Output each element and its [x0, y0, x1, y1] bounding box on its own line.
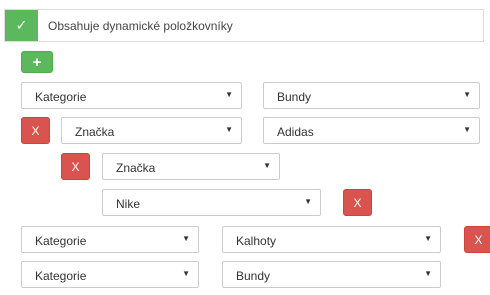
- value-select-value: Bundy: [277, 90, 312, 104]
- chevron-down-icon: ▼: [463, 125, 471, 134]
- chevron-down-icon: ▼: [424, 269, 432, 278]
- field-select[interactable]: Kategorie ▼: [21, 82, 242, 109]
- chevron-down-icon: ▼: [182, 269, 190, 278]
- value-select[interactable]: Nike ▼: [102, 189, 321, 216]
- field-select-value: Kategorie: [35, 269, 87, 283]
- value-select-value: Kalhoty: [236, 234, 277, 248]
- chevron-down-icon: ▼: [463, 90, 471, 99]
- add-condition-button[interactable]: +: [21, 51, 53, 73]
- field-select[interactable]: Značka ▼: [61, 117, 242, 144]
- chevron-down-icon: ▼: [182, 234, 190, 243]
- chevron-down-icon: ▼: [225, 90, 233, 99]
- remove-condition-button[interactable]: X: [21, 117, 50, 144]
- checkmark-icon[interactable]: ✓: [5, 10, 38, 41]
- remove-condition-button[interactable]: X: [464, 226, 490, 253]
- value-select-value: Bundy: [236, 269, 271, 283]
- value-select[interactable]: Adidas ▼: [263, 117, 480, 144]
- chevron-down-icon: ▼: [304, 197, 312, 206]
- field-select-value: Kategorie: [35, 90, 87, 104]
- chevron-down-icon: ▼: [225, 125, 233, 134]
- chevron-down-icon: ▼: [263, 161, 271, 170]
- field-select-value: Značka: [116, 161, 156, 175]
- value-select[interactable]: Bundy ▼: [263, 82, 480, 109]
- chevron-down-icon: ▼: [424, 234, 432, 243]
- dynamic-lists-checkbox-row[interactable]: ✓ Obsahuje dynamické položkovníky: [4, 9, 484, 42]
- field-select-value: Značka: [75, 125, 115, 139]
- field-select[interactable]: Značka ▼: [102, 153, 280, 180]
- dynamic-lists-label: Obsahuje dynamické položkovníky: [48, 19, 233, 33]
- remove-condition-button[interactable]: X: [61, 153, 90, 180]
- field-select[interactable]: Kategorie ▼: [21, 226, 199, 253]
- remove-condition-button[interactable]: X: [343, 189, 372, 216]
- value-select-value: Nike: [116, 197, 141, 211]
- value-select[interactable]: Kalhoty ▼: [222, 226, 441, 253]
- value-select[interactable]: Bundy ▼: [222, 261, 441, 288]
- value-select-value: Adidas: [277, 125, 314, 139]
- field-select-value: Kategorie: [35, 234, 87, 248]
- field-select[interactable]: Kategorie ▼: [21, 261, 199, 288]
